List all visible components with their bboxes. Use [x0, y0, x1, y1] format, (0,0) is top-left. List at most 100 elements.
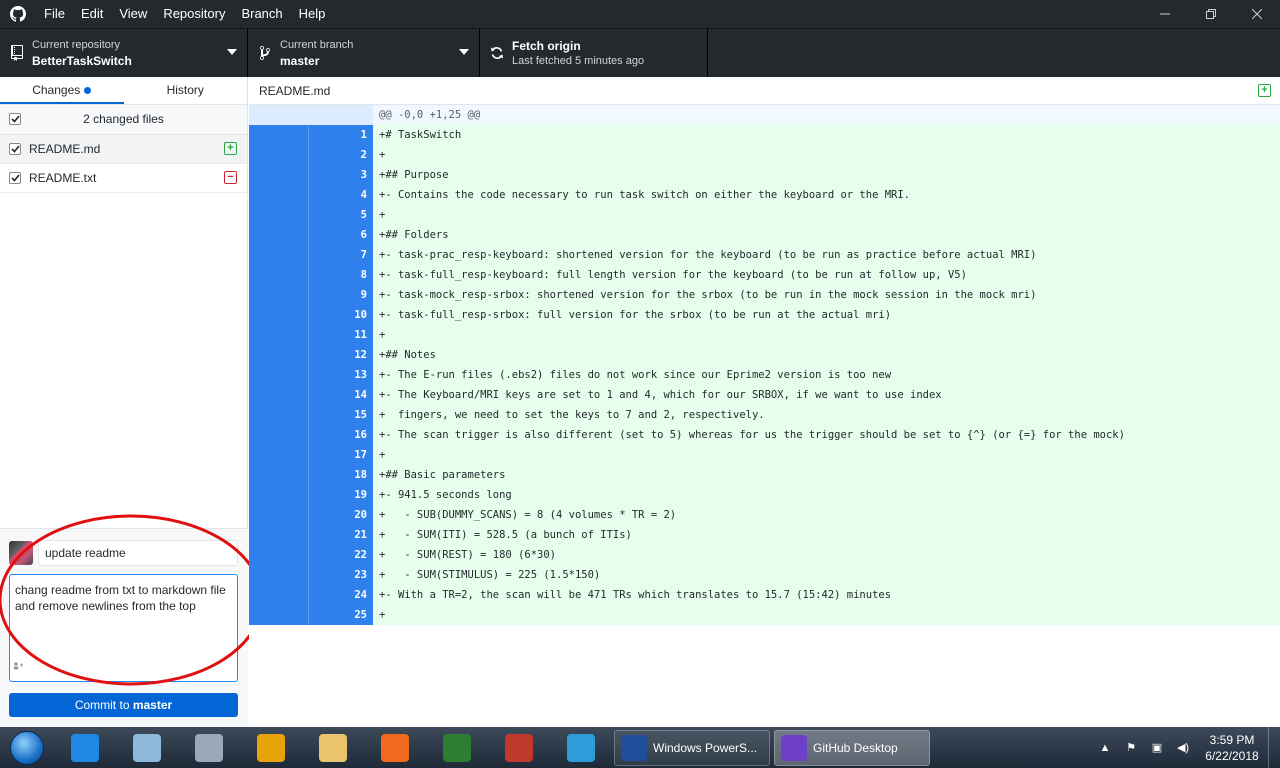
new-line-number: 22	[309, 545, 373, 565]
taskbar-app-button[interactable]	[364, 727, 426, 768]
tab-history-label: History	[166, 83, 204, 97]
taskbar-app-button[interactable]	[178, 727, 240, 768]
new-line-number: 19	[309, 485, 373, 505]
file-checkbox[interactable]	[9, 143, 21, 155]
hunk-header-text: @@ -0,0 +1,25 @@	[373, 105, 1280, 125]
show-desktop-button[interactable]	[1268, 727, 1280, 768]
calculator-icon	[195, 733, 223, 762]
new-line-number: 4	[309, 185, 373, 205]
taskbar-app-button[interactable]	[302, 727, 364, 768]
new-line-number: 25	[309, 605, 373, 625]
menu-help[interactable]: Help	[291, 0, 334, 28]
taskbar-app-button[interactable]	[550, 727, 612, 768]
diff-line: 7 +- task-prac_resp-keyboard: shortened v…	[249, 245, 1280, 265]
tab-history[interactable]: History	[124, 77, 248, 104]
commit-description-input[interactable]: chang readme from txt to markdown file a…	[9, 574, 238, 682]
old-line-number	[249, 605, 309, 625]
new-line-number: 7	[309, 245, 373, 265]
taskbar-window-label: GitHub Desktop	[813, 740, 898, 755]
system-clock[interactable]: 3:59 PM 6/22/2018	[1196, 732, 1268, 764]
close-button[interactable]	[1234, 0, 1280, 28]
system-tray: ▲ ⚑ ▣ ◀) 3:59 PM 6/22/2018	[1092, 727, 1280, 768]
diff-line-text: +- task-full_resp-srbox: full version fo…	[373, 305, 1280, 325]
add-coauthor-icon[interactable]	[13, 662, 23, 672]
diff-line: 5 +	[249, 205, 1280, 225]
diff-line: 25 +	[249, 605, 1280, 625]
current-branch-name: master	[280, 53, 320, 68]
firefox-icon	[381, 733, 409, 762]
diff-line: 18 +## Basic parameters	[249, 465, 1280, 485]
select-all-checkbox[interactable]	[9, 113, 21, 125]
chevron-down-icon	[227, 49, 237, 55]
checkmark-icon	[10, 115, 20, 123]
taskbar-app-button[interactable]	[488, 727, 550, 768]
commit-button-prefix: Commit to	[74, 698, 133, 712]
last-fetched-text: Last fetched 5 minutes ago	[512, 54, 645, 67]
network-icon[interactable]: ▣	[1144, 741, 1170, 754]
avatar-app-icon	[505, 733, 533, 762]
old-line-number	[249, 125, 309, 145]
old-line-number	[249, 585, 309, 605]
pinned-apps	[54, 727, 612, 768]
diff-line-text: + - SUB(DUMMY_SCANS) = 8 (4 volumes * TR…	[373, 505, 1280, 525]
old-line-number	[249, 385, 309, 405]
commit-button[interactable]: Commit to master	[9, 693, 238, 717]
menu-file[interactable]: File	[36, 0, 73, 28]
taskbar-app-button[interactable]	[116, 727, 178, 768]
diff-line-text: +- task-full_resp-keyboard: full length …	[373, 265, 1280, 285]
diff-line-text: +- task-mock_resp-srbox: shortened versi…	[373, 285, 1280, 305]
new-line-number: 2	[309, 145, 373, 165]
old-line-number	[249, 445, 309, 465]
internet-explorer-icon	[71, 733, 99, 762]
menu-repository[interactable]: Repository	[155, 0, 233, 28]
volume-icon[interactable]: ◀)	[1170, 741, 1196, 754]
current-repository-button[interactable]: Current repository BetterTaskSwitch	[0, 29, 248, 77]
file-checkbox[interactable]	[9, 172, 21, 184]
old-line-number	[249, 525, 309, 545]
show-hidden-icons-icon[interactable]: ▲	[1092, 742, 1118, 754]
menu-edit[interactable]: Edit	[73, 0, 111, 28]
diff-line-text: +	[373, 445, 1280, 465]
diff-line: 16 +- The scan trigger is also different …	[249, 425, 1280, 445]
fetch-origin-button[interactable]: Fetch origin Last fetched 5 minutes ago	[480, 29, 708, 77]
branch-icon	[250, 45, 280, 61]
changed-files-header: 2 changed files	[0, 105, 247, 135]
diff-line: 23 + - SUM(STIMULUS) = 225 (1.5*150)	[249, 565, 1280, 585]
commit-message-area: chang readme from txt to markdown file a…	[0, 528, 248, 727]
diff-line: 14 +- The Keyboard/MRI keys are set to 1 …	[249, 385, 1280, 405]
windows-taskbar: Windows PowerS... GitHub Desktop ▲ ⚑ ▣ ◀)…	[0, 727, 1280, 768]
diff-line: 1 +# TaskSwitch	[249, 125, 1280, 145]
old-line-number	[249, 485, 309, 505]
new-line-number: 1	[309, 125, 373, 145]
taskbar-window-button[interactable]: Windows PowerS...	[614, 729, 770, 766]
taskbar-app-button[interactable]	[54, 727, 116, 768]
diff-line: 22 + - SUM(REST) = 180 (6*30)	[249, 545, 1280, 565]
old-line-number	[249, 145, 309, 165]
diff-body: @@ -0,0 +1,25 @@ 1 +# TaskSwitch 2 +3 +## Pu…	[249, 105, 1280, 625]
taskbar-window-button[interactable]: GitHub Desktop	[774, 729, 930, 766]
minimize-button[interactable]	[1142, 0, 1188, 28]
menu-view[interactable]: View	[111, 0, 155, 28]
commit-summary-input[interactable]	[38, 540, 238, 566]
changed-file-item[interactable]: README.md +	[0, 135, 247, 164]
maximize-button[interactable]	[1188, 0, 1234, 28]
tab-changes-label: Changes	[32, 83, 81, 97]
file-added-icon: +	[1258, 84, 1271, 97]
flag-icon[interactable]: ⚑	[1118, 741, 1144, 754]
tab-changes[interactable]: Changes	[0, 77, 124, 104]
diff-line: 17 +	[249, 445, 1280, 465]
current-branch-button[interactable]: Current branch master	[248, 29, 480, 77]
diff-line-text: +# TaskSwitch	[373, 125, 1280, 145]
taskbar-app-button[interactable]	[240, 727, 302, 768]
repo-icon	[2, 45, 32, 61]
old-line-number	[249, 365, 309, 385]
menu-branch[interactable]: Branch	[233, 0, 290, 28]
user-avatar	[9, 541, 33, 565]
taskbar-app-button[interactable]	[426, 727, 488, 768]
changed-file-item[interactable]: README.txt −	[0, 164, 247, 193]
diff-line-text: +- The Keyboard/MRI keys are set to 1 an…	[373, 385, 1280, 405]
old-line-number	[249, 405, 309, 425]
menu-bar: File Edit View Repository Branch Help	[36, 0, 333, 28]
diff-line: 11 +	[249, 325, 1280, 345]
start-button[interactable]	[0, 727, 54, 768]
